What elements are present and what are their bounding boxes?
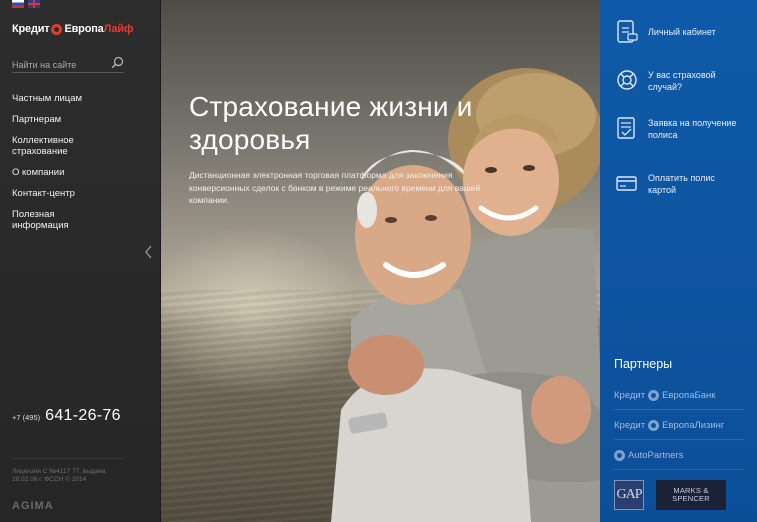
partners-title: Партнеры bbox=[614, 357, 673, 371]
english-flag-icon[interactable] bbox=[28, 0, 40, 8]
partner-logo-mark-icon bbox=[648, 419, 660, 431]
nav-item-private[interactable]: Частным лицам bbox=[12, 93, 147, 104]
partner-name-part1: Кредит bbox=[614, 389, 646, 401]
license-text: Лицензия С №4117 77, выдана 28.02.08 г. … bbox=[12, 468, 106, 483]
phone-code: +7 (495) bbox=[12, 413, 41, 422]
search-icon[interactable] bbox=[111, 56, 124, 69]
policy-document-icon bbox=[617, 117, 635, 139]
nav-item-corporate[interactable]: Коллективное страхование bbox=[12, 135, 82, 157]
pay-by-card-link[interactable]: Оплатить полис картой bbox=[616, 172, 746, 196]
partner-brand-logos: GAP MARKS & SPENCER bbox=[614, 480, 726, 510]
language-switcher bbox=[12, 0, 40, 9]
insurance-case-label: У вас страховой случай? bbox=[648, 70, 716, 92]
partner-logo-mark-icon bbox=[614, 449, 625, 461]
developer-logo[interactable]: AGIMA bbox=[12, 500, 54, 512]
site-search bbox=[12, 55, 124, 73]
right-panel: Личный кабинет У вас страховой случай? З… bbox=[600, 0, 757, 522]
nav-item-useful-info[interactable]: Полезная информация bbox=[12, 209, 72, 231]
contact-phone[interactable]: +7 (495) 641-26-76 bbox=[12, 407, 121, 425]
hero-subtitle: Дистанционная электронная торговая платф… bbox=[189, 170, 481, 205]
phone-number: 641-26-76 bbox=[45, 407, 121, 424]
partner-name-part2: ЕвропаБанк bbox=[662, 389, 716, 401]
nav-item-contact-center[interactable]: Контакт-центр bbox=[12, 188, 147, 199]
logo-word-europe: Европа bbox=[64, 23, 104, 35]
partner-logo-mark-icon bbox=[648, 389, 660, 401]
logo-word-life: Лайф bbox=[103, 23, 134, 35]
logo-word-credit: Кредит bbox=[12, 23, 50, 35]
partner-name-part2: AutoPartners bbox=[628, 449, 684, 461]
search-input[interactable] bbox=[12, 57, 108, 73]
partner-gap-logo[interactable]: GAP bbox=[614, 480, 644, 510]
partner-name-part1: Кредит bbox=[614, 419, 646, 431]
partner-auto-partners[interactable]: AutoPartners bbox=[614, 441, 744, 470]
site-logo[interactable]: Кредит Европа Лайф bbox=[12, 23, 133, 35]
hero-banner: Страхование жизни и здоровья Дистанционн… bbox=[161, 0, 600, 522]
policy-request-link[interactable]: Заявка на получение полиса bbox=[616, 116, 746, 141]
credit-card-icon bbox=[616, 176, 637, 191]
pay-by-card-label: Оплатить полис картой bbox=[648, 173, 715, 195]
left-sidebar: Кредит Европа Лайф Частным лицам Партнер… bbox=[0, 0, 161, 522]
policy-request-label: Заявка на получение полиса bbox=[648, 118, 737, 140]
sidebar-divider bbox=[12, 458, 124, 459]
personal-cabinet-link[interactable]: Личный кабинет bbox=[616, 20, 746, 44]
partner-credit-europe-leasing[interactable]: Кредит ЕвропаЛизинг bbox=[614, 411, 744, 440]
main-nav: Частным лицам Партнерам Коллективное стр… bbox=[12, 93, 147, 241]
russian-flag-icon[interactable] bbox=[12, 0, 24, 8]
logo-mark-icon bbox=[51, 23, 63, 35]
partner-credit-europe-bank[interactable]: Кредит ЕвропаБанк bbox=[614, 381, 744, 410]
insurance-case-link[interactable]: У вас страховой случай? bbox=[616, 68, 746, 93]
personal-cabinet-label: Личный кабинет bbox=[648, 27, 716, 37]
collapse-sidebar-chevron-icon[interactable] bbox=[143, 244, 155, 260]
nav-item-partners[interactable]: Партнерам bbox=[12, 114, 147, 125]
lifebuoy-icon bbox=[617, 70, 637, 90]
partner-marks-spencer-logo[interactable]: MARKS & SPENCER bbox=[656, 480, 726, 510]
hero-title: Страхование жизни и здоровья bbox=[189, 91, 473, 155]
partner-name-part2: ЕвропаЛизинг bbox=[662, 419, 725, 431]
nav-item-about[interactable]: О компании bbox=[12, 167, 147, 178]
phone-cabinet-icon bbox=[617, 20, 638, 43]
